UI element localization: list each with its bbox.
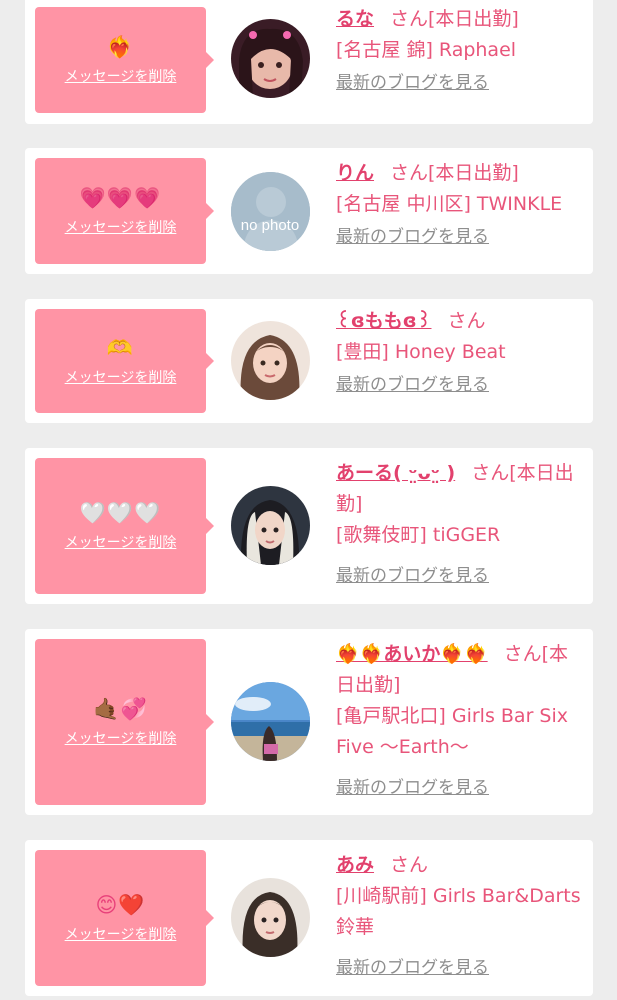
- latest-blog-link[interactable]: 最新のブログを見る: [336, 370, 586, 401]
- message-list: ❤️‍🔥 メッセージを削除 るな さん[本日出勤] [名古屋 錦] Raphael…: [0, 0, 617, 1000]
- avatar[interactable]: [231, 19, 310, 98]
- message-card: ❤️‍🔥 メッセージを削除 るな さん[本日出勤] [名古屋 錦] Raphael…: [25, 0, 593, 124]
- cast-name-link[interactable]: あみ: [336, 854, 374, 876]
- message-bubble: 🤙🏾💞 メッセージを削除: [35, 639, 214, 805]
- emoji-message: 💗💗💗: [79, 186, 162, 210]
- shop-name: [亀戸駅北口] Girls Bar Six Five 〜Earth〜: [336, 705, 569, 758]
- message-card: 😊❤️ メッセージを削除 あみ さん [川崎駅前] Girls Bar&Darts…: [25, 840, 593, 996]
- cast-name-link[interactable]: ❤️‍🔥❤️‍🔥あいか❤️‍🔥❤️‍🔥: [336, 643, 488, 665]
- message-card: 🫶 メッセージを削除 ꒰ɞももɞ꒱ さん [豊田] Honey Beat 最新のブ…: [25, 299, 593, 423]
- latest-blog-link[interactable]: 最新のブログを見る: [336, 222, 591, 253]
- no-photo-text: no photo: [241, 217, 299, 234]
- message-info: あーる( ᵕ̤ᴗᵕ̤ ) さん[本日出勤] [歌舞伎町] tiGGER 最新のブロ…: [336, 458, 586, 592]
- delete-message-link[interactable]: メッセージを削除: [65, 66, 177, 86]
- cast-name-link[interactable]: ꒰ɞももɞ꒱: [336, 310, 431, 332]
- shop-name: [川崎駅前] Girls Bar&Darts 鈴華: [336, 885, 581, 938]
- emoji-message: 🤙🏾💞: [93, 697, 148, 721]
- delete-message-link[interactable]: メッセージを削除: [65, 217, 177, 237]
- delete-message-link[interactable]: メッセージを削除: [65, 924, 177, 944]
- message-bubble: 🫶 メッセージを削除: [35, 309, 214, 413]
- message-bubble: 😊❤️ メッセージを削除: [35, 850, 214, 986]
- message-info: りん さん[本日出勤] [名古屋 中川区] TWINKLE 最新のブログを見る: [336, 158, 591, 253]
- cast-suffix: さん[本日出勤]: [390, 8, 519, 30]
- cast-name-link[interactable]: あーる( ᵕ̤ᴗᵕ̤ ): [336, 462, 455, 484]
- avatar[interactable]: [231, 682, 310, 761]
- message-bubble: 💗💗💗 メッセージを削除: [35, 158, 214, 264]
- cast-name-link[interactable]: りん: [336, 162, 374, 184]
- avatar[interactable]: [231, 878, 310, 957]
- emoji-message: 😊❤️: [95, 893, 146, 917]
- message-bubble: 🤍🤍🤍 メッセージを削除: [35, 458, 214, 594]
- emoji-message: ❤️‍🔥: [106, 35, 135, 59]
- shop-name: [豊田] Honey Beat: [336, 341, 506, 363]
- shop-name: [歌舞伎町] tiGGER: [336, 524, 501, 546]
- message-card: 🤙🏾💞 メッセージを削除 ❤️‍🔥❤️‍🔥あいか❤️‍🔥❤️‍🔥 さん[本日出勤]…: [25, 629, 593, 815]
- cast-suffix: さん[本日出勤]: [390, 162, 519, 184]
- cast-suffix: さん: [447, 310, 486, 332]
- latest-blog-link[interactable]: 最新のブログを見る: [336, 68, 586, 99]
- emoji-message: 🤍🤍🤍: [79, 501, 162, 525]
- shop-name: [名古屋 中川区] TWINKLE: [336, 193, 563, 215]
- delete-message-link[interactable]: メッセージを削除: [65, 532, 177, 552]
- delete-message-link[interactable]: メッセージを削除: [65, 367, 177, 387]
- message-info: ꒰ɞももɞ꒱ さん [豊田] Honey Beat 最新のブログを見る: [336, 306, 586, 401]
- message-info: あみ さん [川崎駅前] Girls Bar&Darts 鈴華 最新のブログを見る: [336, 850, 586, 984]
- shop-name: [名古屋 錦] Raphael: [336, 39, 517, 61]
- avatar[interactable]: [231, 486, 310, 565]
- cast-suffix: さん: [390, 854, 429, 876]
- message-card: 🤍🤍🤍 メッセージを削除 あーる( ᵕ̤ᴗᵕ̤ ) さん[本日出勤] [歌舞伎町]…: [25, 448, 593, 604]
- message-bubble: ❤️‍🔥 メッセージを削除: [35, 7, 214, 113]
- delete-message-link[interactable]: メッセージを削除: [65, 728, 177, 748]
- message-info: ❤️‍🔥❤️‍🔥あいか❤️‍🔥❤️‍🔥 さん[本日出勤] [亀戸駅北口] Girl…: [336, 639, 586, 804]
- latest-blog-link[interactable]: 最新のブログを見る: [336, 773, 586, 804]
- message-info: るな さん[本日出勤] [名古屋 錦] Raphael 最新のブログを見る: [336, 4, 586, 99]
- avatar[interactable]: no photo: [231, 172, 310, 251]
- message-card: 💗💗💗 メッセージを削除 no photo りん さん[本日出勤] [名古屋 中川…: [25, 148, 593, 274]
- latest-blog-link[interactable]: 最新のブログを見る: [336, 953, 586, 984]
- avatar[interactable]: [231, 321, 310, 400]
- latest-blog-link[interactable]: 最新のブログを見る: [336, 561, 586, 592]
- cast-name-link[interactable]: るな: [336, 8, 374, 30]
- emoji-message: 🫶: [106, 336, 135, 360]
